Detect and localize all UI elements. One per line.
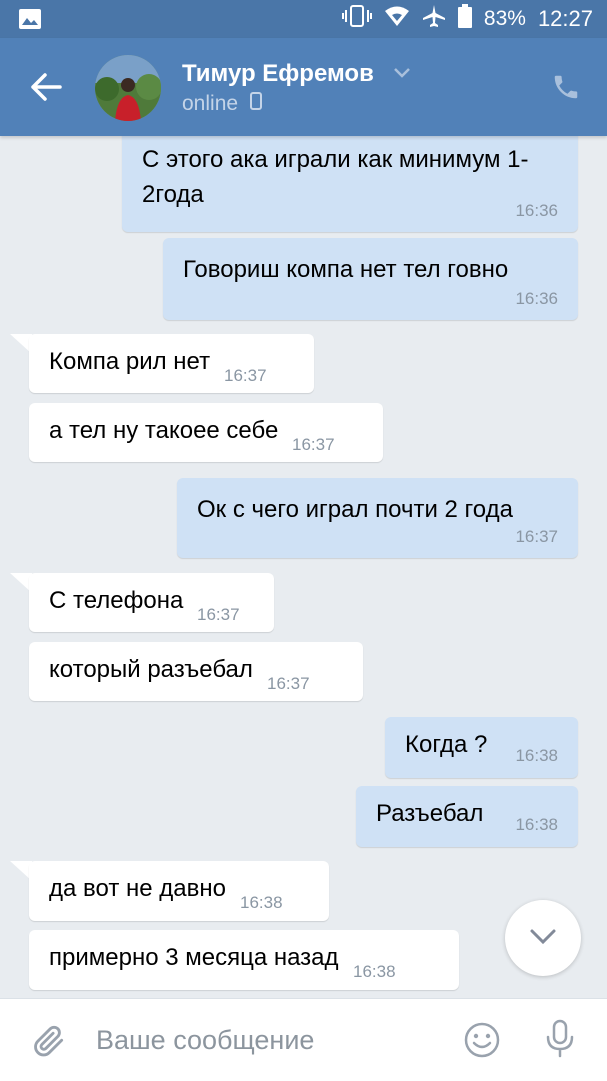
message-text: примерно 3 месяца назад xyxy=(49,944,339,971)
message-incoming[interactable]: С телефона 16:37 xyxy=(29,573,274,632)
airplane-icon xyxy=(422,4,446,34)
wifi-icon xyxy=(384,5,410,33)
status-bar: 83% 12:27 xyxy=(0,0,607,38)
message-time: 16:36 xyxy=(515,289,558,308)
message-text: С этого ака играли как минимум 1-2года xyxy=(142,146,529,208)
paperclip-icon[interactable] xyxy=(30,1021,68,1066)
battery-icon xyxy=(457,4,472,34)
message-text: С телефона xyxy=(49,587,184,614)
message-time: 16:38 xyxy=(515,815,558,834)
message-input[interactable]: Ваше сообщение xyxy=(96,1025,314,1056)
message-text: Компа рил нет xyxy=(49,348,211,375)
message-incoming[interactable]: а тел ну такоее себе 16:37 xyxy=(29,403,383,462)
message-incoming[interactable]: Компа рил нет 16:37 xyxy=(29,334,314,393)
message-text: а тел ну такоее себе xyxy=(49,417,279,444)
message-text: Ок с чего играл почти 2 года xyxy=(197,496,513,523)
message-time: 16:37 xyxy=(197,605,240,624)
message-incoming[interactable]: который разъебал 16:37 xyxy=(29,642,363,701)
message-outgoing[interactable]: С этого ака играли как минимум 1-2года 1… xyxy=(122,136,578,232)
battery-percent: 83% xyxy=(483,7,526,30)
message-outgoing[interactable]: Ок с чего играл почти 2 года 16:37 xyxy=(177,478,578,558)
message-text: Разъебал xyxy=(376,800,484,827)
message-time: 16:37 xyxy=(267,674,310,693)
microphone-icon[interactable] xyxy=(545,1019,575,1064)
gallery-notification-icon xyxy=(18,8,42,35)
message-outgoing[interactable]: Когда ? 16:38 xyxy=(385,717,578,778)
message-time: 16:37 xyxy=(292,435,335,454)
contact-name[interactable]: Тимур Ефремов xyxy=(182,60,374,88)
chevron-down-icon xyxy=(530,929,556,945)
chat-header: Тимур Ефремов online xyxy=(0,38,607,136)
message-time: 16:37 xyxy=(515,527,558,546)
message-input-bar: Ваше сообщение xyxy=(0,998,607,1081)
chevron-down-icon[interactable] xyxy=(393,66,411,84)
message-outgoing[interactable]: Говориш компа нет тел говно 16:36 xyxy=(163,238,578,320)
back-arrow-icon[interactable] xyxy=(30,72,62,107)
message-text: Говориш компа нет тел говно xyxy=(183,256,509,283)
message-text: который разъебал xyxy=(49,656,253,683)
message-time: 16:38 xyxy=(240,893,283,912)
message-time: 16:38 xyxy=(515,746,558,765)
message-text: Когда ? xyxy=(405,731,488,758)
message-time: 16:37 xyxy=(224,366,267,385)
message-time: 16:38 xyxy=(353,962,396,981)
smile-icon[interactable] xyxy=(463,1021,501,1064)
message-incoming[interactable]: да вот не давно 16:38 xyxy=(29,861,329,921)
contact-status: online xyxy=(182,92,262,116)
phone-icon[interactable] xyxy=(551,72,581,107)
online-status-text: online xyxy=(182,92,239,115)
message-list[interactable]: С этого ака играли как минимум 1-2года 1… xyxy=(0,136,607,998)
scroll-down-button[interactable] xyxy=(505,900,581,976)
message-incoming[interactable]: примерно 3 месяца назад 16:38 xyxy=(29,930,459,990)
message-time: 16:36 xyxy=(515,201,558,220)
message-outgoing[interactable]: Разъебал 16:38 xyxy=(356,786,578,847)
clock: 12:27 xyxy=(537,6,593,31)
vibrate-icon xyxy=(341,5,372,33)
avatar[interactable] xyxy=(95,55,161,121)
message-text: да вот не давно xyxy=(49,875,226,902)
mobile-icon xyxy=(249,92,262,116)
